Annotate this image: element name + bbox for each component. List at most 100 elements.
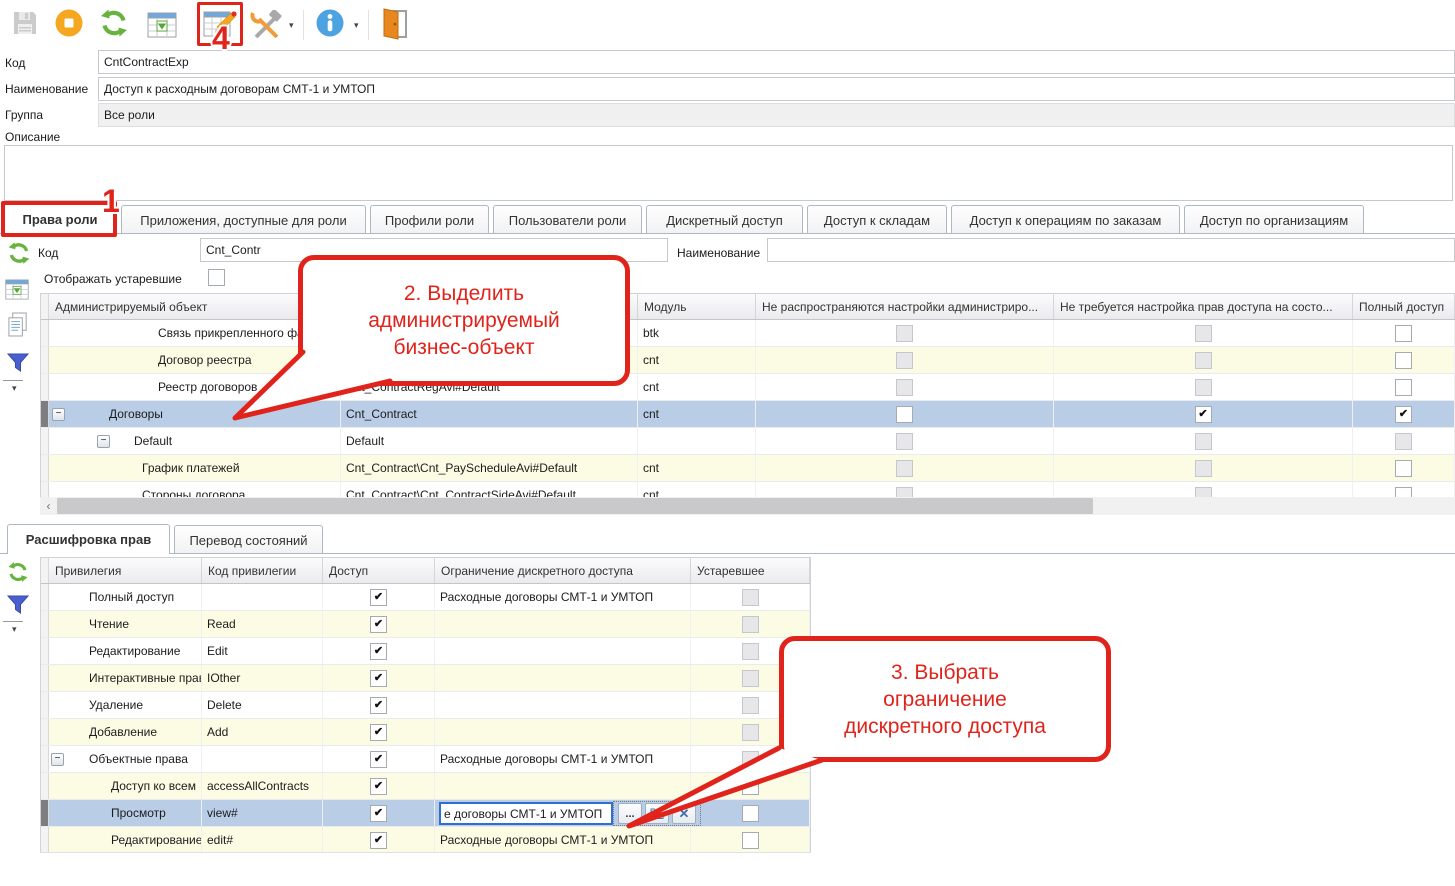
checkbox[interactable] [896, 352, 913, 369]
table-row[interactable]: Чтение Read ✔ [41, 611, 810, 638]
header-restriction[interactable]: Ограничение дискретного доступа [435, 558, 691, 583]
tools-button[interactable] [247, 10, 285, 40]
info-button[interactable] [314, 8, 346, 38]
checkbox[interactable] [896, 487, 913, 498]
checkbox[interactable] [1395, 460, 1412, 477]
detail-filter-button[interactable] [6, 594, 30, 616]
table-row[interactable]: Удаление Delete ✔ [41, 692, 810, 719]
info-dropdown-caret[interactable]: ▾ [354, 20, 359, 31]
scrollbar-thumb[interactable] [57, 498, 1093, 514]
checkbox[interactable] [896, 433, 913, 450]
checkbox[interactable] [896, 325, 913, 342]
checkbox[interactable] [1195, 460, 1212, 477]
checkbox[interactable] [742, 643, 759, 660]
tab-organization-access[interactable]: Доступ по организациям [1184, 205, 1364, 234]
tab-warehouse-access[interactable]: Доступ к складам [807, 205, 947, 234]
object-name: График платежей [54, 461, 240, 475]
checkbox[interactable]: ✔ [370, 697, 387, 714]
grid-refresh-button[interactable] [6, 240, 32, 266]
checkbox[interactable] [742, 670, 759, 687]
checkbox[interactable] [1395, 487, 1412, 498]
header-privilege-code[interactable]: Код привилегии [202, 558, 323, 583]
checkbox[interactable]: ✔ [1395, 406, 1412, 423]
tab-rights-detail[interactable]: Расшифровка прав [7, 524, 170, 554]
callout-step2-line: администрируемый [368, 307, 560, 334]
checkbox[interactable]: ✔ [370, 832, 387, 849]
header-module[interactable]: Модуль [638, 294, 756, 319]
checkbox[interactable]: ✔ [370, 724, 387, 741]
header-full-access[interactable]: Полный доступ [1353, 294, 1455, 319]
exit-button[interactable] [379, 7, 411, 41]
checkbox[interactable]: ✔ [370, 778, 387, 795]
restriction-input[interactable]: е договоры СМТ-1 и УМТОП [439, 802, 613, 825]
header-privilege[interactable]: Привилегия [49, 558, 202, 583]
tab-discrete-access[interactable]: Дискретный доступ [646, 205, 803, 234]
header-access[interactable]: Доступ [323, 558, 435, 583]
code-field[interactable]: CntContractExp [98, 50, 1455, 74]
filter-dropdown-caret[interactable]: ▾ [12, 383, 17, 394]
grid-add-button[interactable] [4, 277, 30, 301]
collapse-icon[interactable]: − [97, 435, 110, 448]
copy-button[interactable] [5, 310, 31, 338]
checkbox[interactable] [1195, 352, 1212, 369]
checkbox[interactable] [896, 406, 913, 423]
checkbox[interactable]: ✔ [370, 670, 387, 687]
checkbox[interactable]: ✔ [370, 751, 387, 768]
checkbox[interactable] [1195, 325, 1212, 342]
checkbox[interactable] [742, 724, 759, 741]
checkbox[interactable]: ✔ [1195, 406, 1212, 423]
table-row[interactable]: График платежей Cnt_Contract\Cnt_PaySche… [41, 455, 1455, 482]
add-record-button[interactable] [146, 11, 178, 38]
show-obsolete-checkbox[interactable] [208, 269, 225, 286]
detail-refresh-button[interactable] [6, 560, 30, 584]
scroll-left-button[interactable]: ‹ [40, 497, 57, 515]
checkbox[interactable] [1195, 487, 1212, 498]
checkbox[interactable]: ✔ [370, 589, 387, 606]
checkbox[interactable] [896, 460, 913, 477]
checkbox[interactable] [1395, 325, 1412, 342]
stop-button[interactable] [54, 8, 84, 38]
header-no-state[interactable]: Не требуется настройка прав доступа на с… [1054, 294, 1353, 319]
name-field[interactable]: Доступ к расходным договорам СМТ-1 и УМТ… [98, 77, 1455, 101]
tab-order-operations-access[interactable]: Доступ к операциям по заказам [951, 205, 1180, 234]
table-row[interactable]: Редактирование Edit ✔ [41, 638, 810, 665]
tools-dropdown-caret[interactable]: ▾ [289, 20, 294, 31]
tab-role-users[interactable]: Пользователи роли [493, 205, 642, 234]
table-row[interactable]: Стороны договора Cnt_Contract\Cnt_Contra… [41, 482, 1455, 497]
checkbox[interactable]: ✔ [370, 616, 387, 633]
checkbox[interactable] [1195, 379, 1212, 396]
table-row[interactable]: Интерактивные права IOther ✔ [41, 665, 810, 692]
privilege-code: IOther [207, 671, 240, 685]
collapse-icon[interactable]: − [51, 753, 64, 766]
table-row[interactable]: −Default Default [41, 428, 1455, 455]
checkbox[interactable] [1395, 379, 1412, 396]
checkbox[interactable] [742, 697, 759, 714]
checkbox[interactable] [1195, 433, 1212, 450]
filter-button[interactable] [6, 352, 30, 374]
description-textarea[interactable] [4, 145, 1453, 201]
object-module: btk [643, 326, 659, 340]
detail-filter-dropdown-caret[interactable]: ▾ [12, 624, 17, 635]
checkbox[interactable] [896, 379, 913, 396]
filter-name-input[interactable] [767, 238, 1455, 262]
header-no-admin[interactable]: Не распространяются настройки администри… [756, 294, 1054, 319]
checkbox[interactable] [742, 589, 759, 606]
callout-step1-box [1, 201, 117, 237]
checkbox[interactable] [1395, 352, 1412, 369]
checkbox[interactable] [742, 616, 759, 633]
checkbox[interactable] [1395, 433, 1412, 450]
filter-funnel-icon [7, 595, 29, 615]
refresh-button[interactable] [98, 8, 130, 38]
checkbox[interactable]: ✔ [370, 643, 387, 660]
horizontal-scrollbar[interactable]: ‹ [40, 497, 1455, 515]
save-button[interactable] [10, 8, 40, 38]
tab-role-apps[interactable]: Приложения, доступные для роли [121, 205, 366, 234]
tab-role-profiles[interactable]: Профили роли [370, 205, 489, 234]
add-record-icon [5, 279, 29, 300]
tab-state-transition[interactable]: Перевод состояний [174, 525, 323, 554]
table-row[interactable]: Связь прикрепленного файла btk [41, 320, 1455, 347]
header-obsolete[interactable]: Устаревшее [691, 558, 810, 583]
checkbox[interactable]: ✔ [370, 805, 387, 822]
table-row[interactable]: Полный доступ ✔ Расходные договоры СМТ-1… [41, 584, 810, 611]
collapse-icon[interactable]: − [52, 408, 65, 421]
